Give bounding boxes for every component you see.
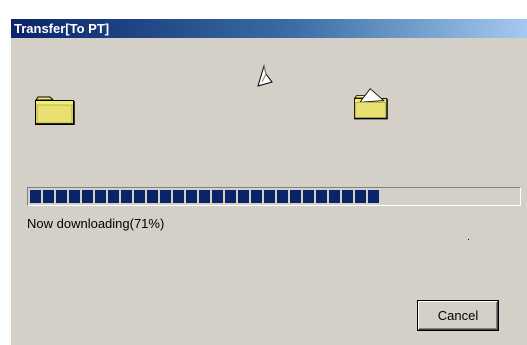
open-folder-icon [354,88,388,120]
progress-bar [27,187,521,206]
stray-pixel [468,239,469,240]
status-text: Now downloading(71%) [27,216,165,231]
paper-sheet-icon [257,64,273,87]
progress-bar-fill [30,190,379,203]
folder-icon [35,96,75,125]
transfer-dialog: Transfer[To PT] Now downloading(71%) Can… [10,18,527,345]
window-title: Transfer[To PT] [11,19,527,38]
cancel-button[interactable]: Cancel [418,301,498,330]
